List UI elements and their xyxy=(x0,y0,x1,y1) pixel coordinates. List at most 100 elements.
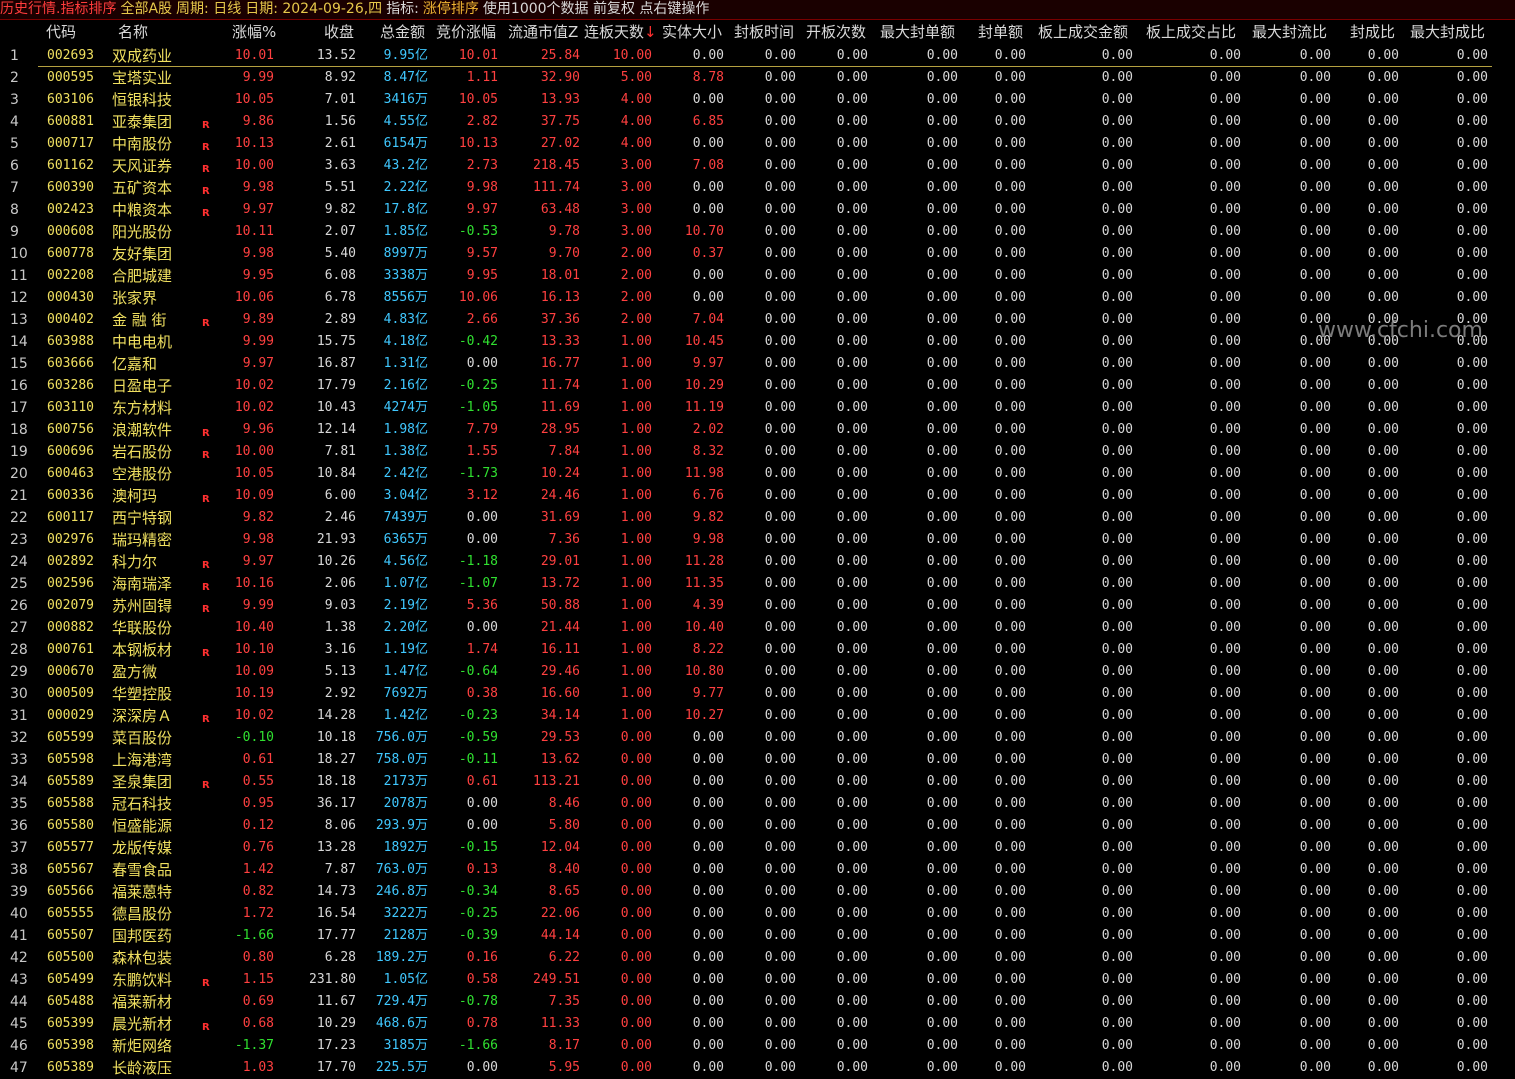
table-row[interactable]: 11 002208 合肥城建 9.95 6.08 3338万 9.95 18.01 2.00 0.… xyxy=(0,265,1515,287)
col-header-board-amount[interactable]: 板上成交金额 xyxy=(1038,21,1136,43)
col-header-body-size[interactable]: 实体大小 xyxy=(662,21,728,43)
col-header-seal-amount[interactable]: 封单额 xyxy=(978,21,1028,43)
float-cap: 25.84 xyxy=(540,48,580,63)
table-row[interactable]: 12 000430 张家界 10.06 6.78 8556万 10.06 16.13 2.00 0… xyxy=(0,287,1515,309)
bid-change: 1.74 xyxy=(466,642,498,657)
table-row[interactable]: 46 605398 新炬网络 -1.37 17.23 3185万 -1.66 8.17 0.00… xyxy=(0,1035,1515,1057)
col-header-float-cap[interactable]: 流通市值Z xyxy=(508,21,588,43)
max-seal-ratio: 0.00 xyxy=(1456,444,1488,459)
col-header-name[interactable]: 名称 xyxy=(118,21,158,43)
table-row[interactable]: 21 600336 澳柯玛 R 10.09 6.00 3.04亿 3.12 24.46 1.00 6… xyxy=(0,485,1515,507)
max-seal: 0.00 xyxy=(926,664,958,679)
table-row[interactable]: 33 605598 上海港湾 0.61 18.27 758.0万 -0.11 13.62 0.0… xyxy=(0,749,1515,771)
col-header-bid-change[interactable]: 竞价涨幅 xyxy=(436,21,504,43)
table-row[interactable]: 35 605588 冠石科技 0.95 36.17 2078万 0.00 8.46 0.00 0.… xyxy=(0,793,1515,815)
table-row[interactable]: 20 600463 空港股份 10.05 10.84 2.42亿 -1.73 10.24 1.0… xyxy=(0,463,1515,485)
table-row[interactable]: 9 000608 阳光股份 10.11 2.07 1.85亿 -0.53 9.78 3.00 10… xyxy=(0,221,1515,243)
float-cap: 13.72 xyxy=(540,576,580,591)
table-row[interactable]: 43 605499 东鹏饮料 R 1.15 231.80 1.05亿 0.58 249.51 0.… xyxy=(0,969,1515,991)
bid-change: 10.13 xyxy=(458,136,498,151)
open-count: 0.00 xyxy=(836,950,868,965)
table-row[interactable]: 17 603110 东方材料 10.02 10.43 4274万 -1.05 11.69 1.0… xyxy=(0,397,1515,419)
limit-days: 2.00 xyxy=(620,290,652,305)
table-row[interactable]: 28 000761 本钢板材 R 10.10 3.16 1.19亿 1.74 16.11 1.00… xyxy=(0,639,1515,661)
col-header-limit-days[interactable]: 连板天数↓ xyxy=(584,21,657,43)
table-row[interactable]: 19 600696 岩石股份 R 10.00 7.81 1.38亿 1.55 7.84 1.00 8… xyxy=(0,441,1515,463)
max-seal-float: 0.00 xyxy=(1299,1038,1331,1053)
table-row[interactable]: 44 605488 福莱新材 0.69 11.67 729.4万 -0.78 7.35 0.00… xyxy=(0,991,1515,1013)
table-row[interactable]: 30 000509 华塑控股 10.19 2.92 7692万 0.38 16.60 1.00 9… xyxy=(0,683,1515,705)
col-header-max-seal[interactable]: 最大封单额 xyxy=(880,21,962,43)
limit-days: 0.00 xyxy=(620,1038,652,1053)
table-row[interactable]: 32 605599 菜百股份 -0.10 10.18 756.0万 -0.59 29.53 0.… xyxy=(0,727,1515,749)
col-header-open-count[interactable]: 开板次数 xyxy=(806,21,872,43)
col-header-max-seal-float[interactable]: 最大封流比 xyxy=(1252,21,1334,43)
table-row[interactable]: 29 000670 盈方微 10.09 5.13 1.47亿 -0.64 29.46 1.00 1… xyxy=(0,661,1515,683)
table-row[interactable]: 23 002976 瑞玛精密 9.98 21.93 6365万 0.00 7.36 1.00 9.… xyxy=(0,529,1515,551)
table-row[interactable]: 22 600117 西宁特钢 9.82 2.46 7439万 0.00 31.69 1.00 9.… xyxy=(0,507,1515,529)
total-amount: 8997万 xyxy=(360,243,428,265)
col-header-seal-time[interactable]: 封板时间 xyxy=(734,21,800,43)
seal-amount: 0.00 xyxy=(994,312,1026,327)
col-header-change[interactable]: 涨幅% xyxy=(232,21,282,43)
body-size: 0.00 xyxy=(692,1038,724,1053)
table-row[interactable]: 25 002596 海南瑞泽 R 10.16 2.06 1.07亿 -1.07 13.72 1.0… xyxy=(0,573,1515,595)
table-row[interactable]: 27 000882 华联股份 10.40 1.38 2.20亿 0.00 21.44 1.00 1… xyxy=(0,617,1515,639)
bid-change: 0.00 xyxy=(466,510,498,525)
table-row[interactable]: 24 002892 科力尔 R 9.97 10.26 4.56亿 -1.18 29.01 1.00… xyxy=(0,551,1515,573)
table-row[interactable]: 39 605566 福莱蒽特 0.82 14.73 246.8万 -0.34 8.65 0.00… xyxy=(0,881,1515,903)
table-row[interactable]: 4 600881 亚泰集团 R 9.86 1.56 4.55亿 2.82 37.75 4.00 6.… xyxy=(0,111,1515,133)
table-row[interactable]: 42 605500 森林包装 0.80 6.28 189.2万 0.16 6.22 0.00 0.… xyxy=(0,947,1515,969)
table-row[interactable]: 31 000029 深深房Ａ R 10.02 14.28 1.42亿 -0.23 34.14 1.… xyxy=(0,705,1515,727)
max-seal: 0.00 xyxy=(926,114,958,129)
table-row[interactable]: 10 600778 友好集团 9.98 5.40 8997万 9.57 9.70 2.00 0.3… xyxy=(0,243,1515,265)
max-seal-ratio: 0.00 xyxy=(1456,488,1488,503)
table-row[interactable]: 1 002693 双成药业 10.01 13.52 9.95亿 10.01 25.84 10.0… xyxy=(0,45,1515,67)
table-row[interactable]: 47 605389 长龄液压 1.03 17.70 225.5万 0.00 5.95 0.00 0… xyxy=(0,1057,1515,1079)
table-row[interactable]: 16 603286 日盈电子 10.02 17.79 2.16亿 -0.25 11.74 1.0… xyxy=(0,375,1515,397)
table-row[interactable]: 40 605555 德昌股份 1.72 16.54 3222万 -0.25 22.06 0.00… xyxy=(0,903,1515,925)
table-row[interactable]: 38 605567 春雪食品 1.42 7.87 763.0万 0.13 8.40 0.00 0.… xyxy=(0,859,1515,881)
table-row[interactable]: 41 605507 国邦医药 -1.66 17.77 2128万 -0.39 44.14 0.0… xyxy=(0,925,1515,947)
col-header-close[interactable]: 收盘 xyxy=(324,21,360,43)
stock-code: 002976 xyxy=(47,532,94,547)
bid-change: -0.25 xyxy=(458,906,498,921)
body-size: 0.37 xyxy=(692,246,724,261)
table-row[interactable]: 34 605589 圣泉集团 R 0.55 18.18 2173万 0.61 113.21 0.0… xyxy=(0,771,1515,793)
col-header-code[interactable]: 代码 xyxy=(46,21,86,43)
max-seal-ratio: 0.00 xyxy=(1456,708,1488,723)
total-amount: 2128万 xyxy=(360,925,428,947)
total-amount: 763.0万 xyxy=(360,859,428,881)
table-row[interactable]: 6 601162 天风证券 R 10.00 3.63 43.2亿 2.73 218.45 3.00… xyxy=(0,155,1515,177)
table-row[interactable]: 45 605399 晨光新材 R 0.68 10.29 468.6万 0.78 11.33 0.0… xyxy=(0,1013,1515,1035)
amount-value: 9.95 xyxy=(383,48,415,63)
row-index: 4 xyxy=(10,114,19,130)
table-row[interactable]: 3 603106 恒银科技 10.05 7.01 3416万 10.05 13.93 4.00 0… xyxy=(0,89,1515,111)
close-price: 14.73 xyxy=(316,884,356,899)
table-row[interactable]: 13 000402 金 融 街 R 9.89 2.89 4.83亿 2.66 37.36 2.00… xyxy=(0,309,1515,331)
table-row[interactable]: 36 605580 恒盛能源 0.12 8.06 293.9万 0.00 5.80 0.00 0.… xyxy=(0,815,1515,837)
max-seal-ratio: 0.00 xyxy=(1456,906,1488,921)
table-row[interactable]: 8 002423 中粮资本 R 9.97 9.82 17.8亿 9.97 63.48 3.00 0.… xyxy=(0,199,1515,221)
table-row[interactable]: 14 603988 中电电机 9.99 15.75 4.18亿 -0.42 13.33 1.00… xyxy=(0,331,1515,353)
col-header-amount[interactable]: 总金额 xyxy=(380,21,432,43)
row-index: 16 xyxy=(10,378,28,394)
bid-change: 0.13 xyxy=(466,862,498,877)
stock-code: 000402 xyxy=(47,312,94,327)
col-header-max-seal-ratio[interactable]: 最大封成比 xyxy=(1410,21,1492,43)
table-row[interactable]: 5 000717 中南股份 R 10.13 2.61 6154万 10.13 27.02 4.00… xyxy=(0,133,1515,155)
open-count: 0.00 xyxy=(836,884,868,899)
board-ratio: 0.00 xyxy=(1209,48,1241,63)
bid-change: 9.98 xyxy=(466,180,498,195)
table-row[interactable]: 7 600390 五矿资本 R 9.98 5.51 2.22亿 9.98 111.74 3.00 0… xyxy=(0,177,1515,199)
table-row[interactable]: 26 002079 苏州固锝 R 9.99 9.03 2.19亿 5.36 50.88 1.00 4… xyxy=(0,595,1515,617)
col-header-board-ratio[interactable]: 板上成交占比 xyxy=(1146,21,1244,43)
table-row[interactable]: 15 603666 亿嘉和 9.97 16.87 1.31亿 0.00 16.77 1.00 9.… xyxy=(0,353,1515,375)
amount-value: 43.2 xyxy=(383,158,415,173)
table-row[interactable]: 18 600756 浪潮软件 R 9.96 12.14 1.98亿 7.79 28.95 1.00… xyxy=(0,419,1515,441)
seal-ratio: 0.00 xyxy=(1367,268,1399,283)
table-row[interactable]: 37 605577 龙版传媒 0.76 13.28 1892万 -0.15 12.04 0.00… xyxy=(0,837,1515,859)
board-ratio: 0.00 xyxy=(1209,202,1241,217)
table-row[interactable]: 2 000595 宝塔实业 9.99 8.92 8.47亿 1.11 32.90 5.00 8.7… xyxy=(0,67,1515,89)
col-header-seal-ratio[interactable]: 封成比 xyxy=(1350,21,1400,43)
